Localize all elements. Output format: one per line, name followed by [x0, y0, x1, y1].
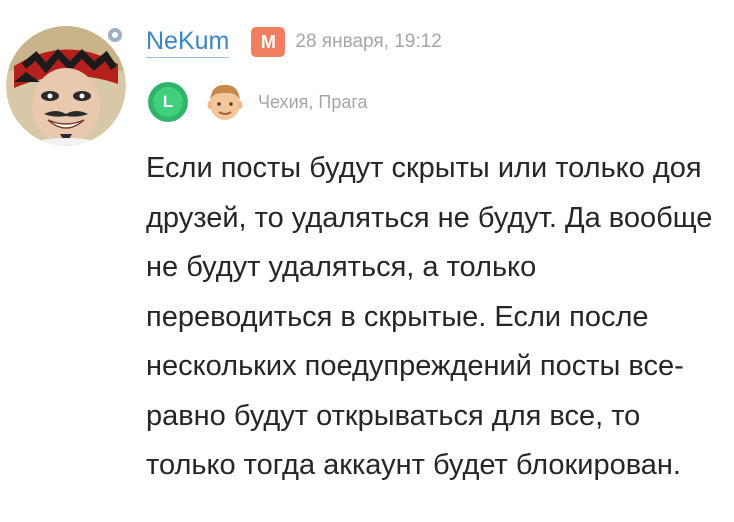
username-link[interactable]: NeKum [146, 26, 230, 58]
post-card: NeKum М 28 января, 19:12 L Чехия, Прага … [0, 0, 734, 522]
avatar[interactable] [6, 26, 126, 146]
author-location: Чехия, Прага [258, 91, 368, 112]
face-emoji-icon[interactable] [206, 82, 244, 122]
post-body-text: Если посты будут скрыты или только доя д… [146, 152, 713, 481]
author-meta: L Чехия, Прага [148, 82, 368, 122]
level-badge-label: L [153, 87, 183, 117]
post-header: NeKum М 28 января, 19:12 [146, 24, 442, 60]
level-badge-icon[interactable]: L [148, 82, 188, 122]
post-timestamp[interactable]: 28 января, 19:12 [295, 31, 441, 53]
status-indicator-icon [106, 26, 124, 44]
gender-badge: М [251, 27, 286, 57]
avatar-container[interactable] [6, 26, 126, 146]
